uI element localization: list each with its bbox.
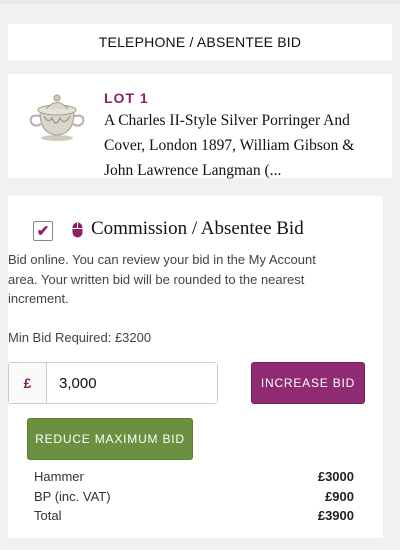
lot-title[interactable]: A Charles II-Style Silver Porringer And … [104, 108, 384, 183]
totals-label: BP (inc. VAT) [34, 488, 111, 504]
totals-value: £3000 [317, 469, 354, 484]
totals-label: Total [34, 508, 62, 523]
bid-amount-input[interactable] [47, 363, 217, 403]
mouse-icon [72, 222, 83, 238]
page-title: TELEPHONE / ABSENTEE BID [98, 34, 302, 50]
increase-bid-button[interactable]: INCREASE BID [251, 362, 365, 404]
min-bid-required: Min Bid Required: £3200 [8, 330, 152, 345]
bid-totals: Hammer £3000 BP (inc. VAT) £900 Total £3… [34, 467, 354, 526]
reduce-maximum-bid-button[interactable]: REDUCE MAXIMUM BID [27, 418, 193, 460]
top-divider [0, 0, 400, 4]
bid-heading: Commission / Absentee Bid [91, 218, 304, 239]
totals-row-bp: BP (inc. VAT) £900 [34, 487, 354, 507]
currency-symbol: £ [9, 363, 47, 403]
bid-amount-group: £ [8, 362, 218, 404]
silver-porringer-image [29, 94, 85, 141]
commission-bid-checkbox[interactable]: ✔ [33, 221, 53, 241]
lot-card[interactable]: LOT 1 A Charles II-Style Silver Porringe… [8, 74, 392, 179]
lot-number: LOT 1 [104, 90, 149, 106]
totals-row-total: Total £3900 [34, 506, 354, 526]
totals-value: £900 [325, 488, 354, 504]
page-header: TELEPHONE / ABSENTEE BID [8, 24, 392, 60]
totals-row-hammer: Hammer £3000 [34, 467, 354, 487]
totals-value: £3900 [317, 508, 354, 523]
checkmark-icon: ✔ [36, 222, 50, 240]
bid-description: Bid online. You can review your bid in t… [8, 252, 316, 306]
totals-label: Hammer [34, 469, 84, 484]
